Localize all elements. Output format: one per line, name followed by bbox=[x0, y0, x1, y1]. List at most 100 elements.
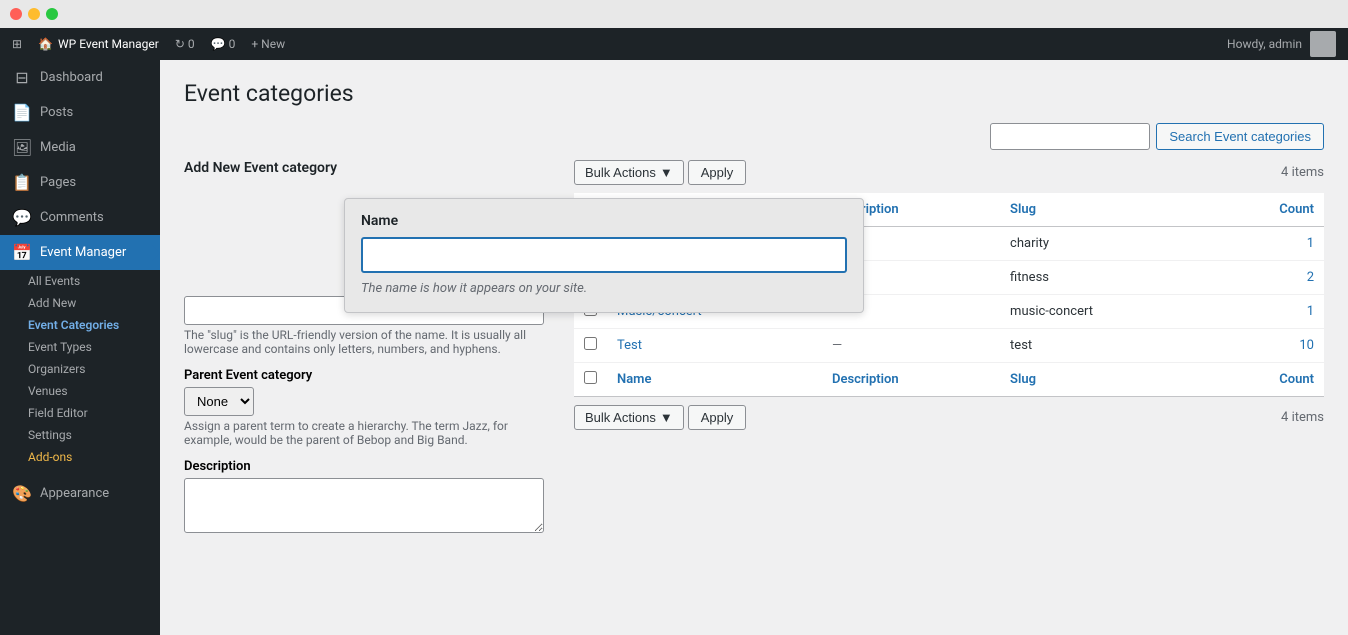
sidebar-label-appearance: Appearance bbox=[40, 486, 109, 501]
row-count-link-0[interactable]: 1 bbox=[1307, 236, 1314, 251]
sidebar-label-pages: Pages bbox=[40, 175, 76, 190]
sidebar-sub-add-ons[interactable]: Add-ons bbox=[0, 446, 160, 468]
maximize-button[interactable] bbox=[46, 8, 58, 20]
comments-icon: 💬 bbox=[211, 37, 226, 51]
col-foot-desc: Description bbox=[832, 372, 899, 387]
sidebar-sub-add-new[interactable]: Add New bbox=[0, 292, 160, 314]
row-description-3: — bbox=[822, 329, 1000, 363]
sub-label-settings: Settings bbox=[28, 428, 72, 442]
bottom-action-left: Bulk Actions ▼ Apply bbox=[574, 405, 746, 430]
minimize-button[interactable] bbox=[28, 8, 40, 20]
avatar bbox=[1310, 31, 1336, 57]
description-label: Description bbox=[184, 459, 554, 474]
row-count-link-2[interactable]: 1 bbox=[1307, 304, 1314, 319]
topbar-right: Howdy, admin bbox=[1227, 31, 1336, 57]
col-header-count[interactable]: Count bbox=[1212, 193, 1325, 227]
sidebar-sub-field-editor[interactable]: Field Editor bbox=[0, 402, 160, 424]
sidebar-item-appearance[interactable]: 🎨 Appearance bbox=[0, 476, 160, 511]
bulk-actions-bottom-button[interactable]: Bulk Actions ▼ bbox=[574, 405, 684, 430]
comments-sidebar-icon: 💬 bbox=[12, 208, 32, 227]
bulk-actions-bottom-label: Bulk Actions bbox=[585, 410, 656, 425]
active-arrow bbox=[152, 245, 160, 261]
search-input[interactable] bbox=[990, 123, 1150, 150]
action-bar-right: 4 items bbox=[1281, 165, 1324, 180]
top-search-bar: Search Event categories bbox=[184, 123, 1324, 150]
col-header-slug[interactable]: Slug bbox=[1000, 193, 1211, 227]
bulk-actions-top-button[interactable]: Bulk Actions ▼ bbox=[574, 160, 684, 185]
row-name-3: Test bbox=[607, 329, 822, 363]
sidebar-label-media: Media bbox=[40, 140, 76, 155]
sub-label-field-editor: Field Editor bbox=[28, 406, 88, 420]
new-label: + New bbox=[251, 37, 285, 51]
row-count-0: 1 bbox=[1212, 227, 1325, 261]
sidebar-item-pages[interactable]: 📋 Pages bbox=[0, 165, 160, 200]
title-bar bbox=[0, 0, 1348, 28]
name-input[interactable] bbox=[361, 237, 847, 273]
col-footer-description: Description bbox=[822, 363, 1000, 397]
parent-field: Parent Event category None Assign a pare… bbox=[184, 368, 554, 447]
main-content: Event categories Search Event categories… bbox=[160, 60, 1348, 635]
howdy-text: Howdy, admin bbox=[1227, 37, 1302, 51]
posts-icon: 📄 bbox=[12, 103, 32, 122]
sidebar-sub-settings[interactable]: Settings bbox=[0, 424, 160, 446]
sidebar-item-event-manager[interactable]: 📅 Event Manager bbox=[0, 235, 160, 270]
search-button[interactable]: Search Event categories bbox=[1156, 123, 1324, 150]
bulk-actions-top-label: Bulk Actions bbox=[585, 165, 656, 180]
bottom-action-bar: Bulk Actions ▼ Apply 4 items bbox=[574, 405, 1324, 430]
slug-hint: The "slug" is the URL-friendly version o… bbox=[184, 328, 554, 356]
updates-icon: ↻ bbox=[175, 37, 185, 51]
row-count-link-1[interactable]: 2 bbox=[1307, 270, 1314, 285]
close-button[interactable] bbox=[10, 8, 22, 20]
items-count-top: 4 items bbox=[1281, 165, 1324, 180]
site-icon: 🏠 bbox=[38, 37, 53, 51]
row-count-1: 2 bbox=[1212, 261, 1325, 295]
row-count-3: 10 bbox=[1212, 329, 1325, 363]
sidebar-sub-organizers[interactable]: Organizers bbox=[0, 358, 160, 380]
select-all-footer-checkbox[interactable] bbox=[584, 371, 597, 384]
tooltip-name-label: Name bbox=[361, 213, 847, 229]
apply-top-button[interactable]: Apply bbox=[688, 160, 747, 185]
sidebar-sub-venues[interactable]: Venues bbox=[0, 380, 160, 402]
action-bar-left: Bulk Actions ▼ Apply bbox=[574, 160, 746, 185]
add-new-title: Add New Event category bbox=[184, 160, 554, 176]
row-slug-3: test bbox=[1000, 329, 1211, 363]
sub-label-venues: Venues bbox=[28, 384, 68, 398]
sub-label-organizers: Organizers bbox=[28, 362, 86, 376]
sub-label-event-categories: Event Categories bbox=[28, 318, 119, 332]
updates-item[interactable]: ↻ 0 bbox=[175, 37, 195, 51]
new-item[interactable]: + New bbox=[251, 37, 285, 51]
sub-label-all-events: All Events bbox=[28, 274, 80, 288]
wp-topbar: ⊞ 🏠 WP Event Manager ↻ 0 💬 0 + New Howdy… bbox=[0, 28, 1348, 60]
sidebar-sub-event-categories[interactable]: Event Categories bbox=[0, 314, 160, 336]
row-name-link-3[interactable]: Test bbox=[617, 338, 642, 353]
description-textarea[interactable] bbox=[184, 478, 544, 533]
site-name[interactable]: 🏠 WP Event Manager bbox=[38, 37, 159, 51]
parent-hint: Assign a parent term to create a hierarc… bbox=[184, 419, 554, 447]
table-footer-row: Name Description Slug Count bbox=[574, 363, 1324, 397]
col-count-label: Count bbox=[1279, 202, 1314, 217]
sub-label-event-types: Event Types bbox=[28, 340, 92, 354]
chevron-down-icon: ▼ bbox=[660, 165, 673, 180]
col-slug-label: Slug bbox=[1010, 202, 1036, 217]
comments-item[interactable]: 💬 0 bbox=[211, 37, 236, 51]
sidebar-sub-event-types[interactable]: Event Types bbox=[0, 336, 160, 358]
sidebar-item-posts[interactable]: 📄 Posts bbox=[0, 95, 160, 130]
col-footer-check bbox=[574, 363, 607, 397]
sidebar: ⊟ Dashboard 📄 Posts 🖼 Media 📋 Pages 💬 Co… bbox=[0, 60, 160, 635]
media-icon: 🖼 bbox=[12, 138, 32, 157]
sidebar-item-comments[interactable]: 💬 Comments bbox=[0, 200, 160, 235]
comments-count: 0 bbox=[229, 37, 236, 51]
parent-select[interactable]: None bbox=[184, 387, 254, 416]
top-action-bar: Bulk Actions ▼ Apply 4 items bbox=[574, 160, 1324, 185]
description-field: Description bbox=[184, 459, 554, 537]
sidebar-item-media[interactable]: 🖼 Media bbox=[0, 130, 160, 165]
items-count-bottom: 4 items bbox=[1281, 410, 1324, 425]
col-foot-name: Name bbox=[617, 372, 651, 387]
row-count-2: 1 bbox=[1212, 295, 1325, 329]
row-checkbox-3[interactable] bbox=[584, 337, 597, 350]
sidebar-sub-all-events[interactable]: All Events bbox=[0, 270, 160, 292]
row-count-link-3[interactable]: 10 bbox=[1299, 338, 1314, 353]
sidebar-item-dashboard[interactable]: ⊟ Dashboard bbox=[0, 60, 160, 95]
apply-bottom-button[interactable]: Apply bbox=[688, 405, 747, 430]
wp-logo[interactable]: ⊞ bbox=[12, 37, 22, 51]
